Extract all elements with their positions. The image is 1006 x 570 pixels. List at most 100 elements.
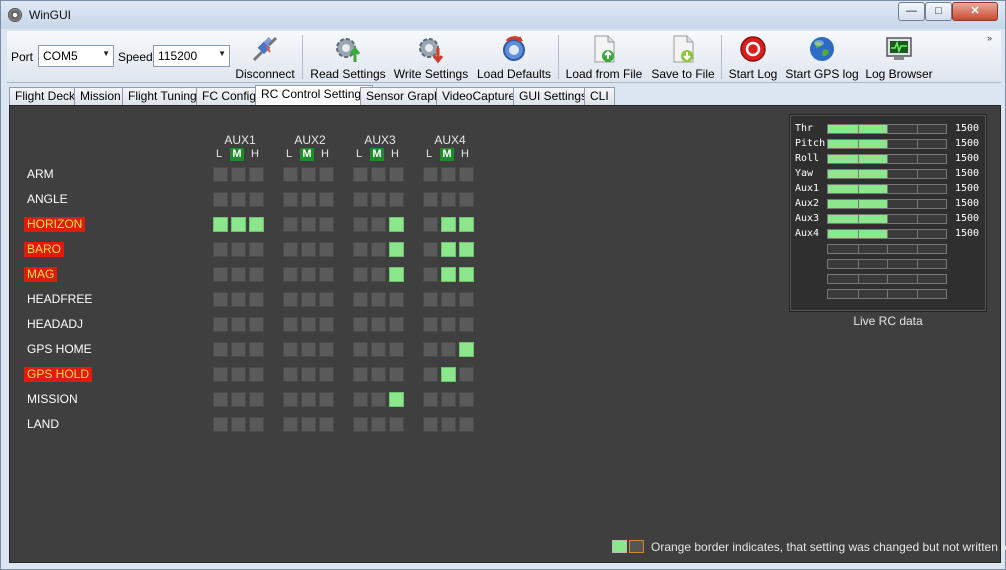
aux-mode-checkbox[interactable] (389, 242, 404, 257)
aux-mode-checkbox[interactable] (441, 392, 456, 407)
close-button[interactable]: ✕ (952, 2, 998, 21)
aux-mode-checkbox[interactable] (353, 292, 368, 307)
aux-mode-checkbox[interactable] (283, 192, 298, 207)
aux-mode-checkbox[interactable] (319, 242, 334, 257)
aux-mode-checkbox[interactable] (459, 167, 474, 182)
aux-mode-checkbox[interactable] (389, 192, 404, 207)
aux-mode-checkbox[interactable] (353, 167, 368, 182)
aux-mode-checkbox[interactable] (423, 242, 438, 257)
aux-mode-checkbox[interactable] (423, 167, 438, 182)
aux-mode-checkbox[interactable] (301, 167, 316, 182)
aux-mode-checkbox[interactable] (249, 167, 264, 182)
aux-mode-checkbox[interactable] (249, 342, 264, 357)
aux-mode-checkbox[interactable] (231, 317, 246, 332)
aux-mode-checkbox[interactable] (389, 367, 404, 382)
speed-select[interactable]: 115200 ▼ (153, 45, 230, 67)
aux-mode-checkbox[interactable] (371, 217, 386, 232)
write-settings-button[interactable]: Write Settings (391, 31, 471, 83)
aux-mode-checkbox[interactable] (283, 167, 298, 182)
aux-mode-checkbox[interactable] (371, 342, 386, 357)
aux-mode-checkbox[interactable] (249, 192, 264, 207)
aux-mode-checkbox[interactable] (249, 217, 264, 232)
aux-mode-checkbox[interactable] (459, 192, 474, 207)
aux-mode-checkbox[interactable] (353, 242, 368, 257)
aux-mode-checkbox[interactable] (441, 317, 456, 332)
aux-mode-checkbox[interactable] (301, 217, 316, 232)
log-browser-button[interactable]: Log Browser (863, 31, 935, 83)
tab-flight-tuning[interactable]: Flight Tuning (122, 87, 203, 105)
aux-mode-checkbox[interactable] (371, 167, 386, 182)
aux-mode-checkbox[interactable] (319, 192, 334, 207)
aux-mode-checkbox[interactable] (283, 267, 298, 282)
aux-mode-checkbox[interactable] (319, 417, 334, 432)
aux-mode-checkbox[interactable] (213, 292, 228, 307)
aux-mode-checkbox[interactable] (319, 267, 334, 282)
aux-mode-checkbox[interactable] (301, 192, 316, 207)
tab-mission[interactable]: Mission (74, 87, 127, 105)
aux-mode-checkbox[interactable] (213, 217, 228, 232)
aux-mode-checkbox[interactable] (353, 192, 368, 207)
aux-mode-checkbox[interactable] (249, 417, 264, 432)
aux-mode-checkbox[interactable] (319, 167, 334, 182)
tab-flight-deck[interactable]: Flight Deck (9, 87, 82, 105)
load-from-file-button[interactable]: Load from File (563, 31, 645, 83)
aux-mode-checkbox[interactable] (319, 367, 334, 382)
aux-mode-checkbox[interactable] (249, 392, 264, 407)
aux-mode-checkbox[interactable] (353, 267, 368, 282)
aux-mode-checkbox[interactable] (423, 292, 438, 307)
aux-mode-checkbox[interactable] (319, 292, 334, 307)
aux-mode-checkbox[interactable] (459, 417, 474, 432)
save-to-file-button[interactable]: Save to File (649, 31, 717, 83)
aux-mode-checkbox[interactable] (319, 392, 334, 407)
aux-mode-checkbox[interactable] (301, 242, 316, 257)
aux-mode-checkbox[interactable] (441, 167, 456, 182)
read-settings-button[interactable]: Read Settings (309, 31, 387, 83)
aux-mode-checkbox[interactable] (231, 392, 246, 407)
aux-mode-checkbox[interactable] (249, 292, 264, 307)
aux-mode-checkbox[interactable] (283, 417, 298, 432)
aux-mode-checkbox[interactable] (459, 217, 474, 232)
aux-mode-checkbox[interactable] (283, 392, 298, 407)
tab-videocapture[interactable]: VideoCapture (436, 87, 522, 105)
aux-mode-checkbox[interactable] (371, 242, 386, 257)
aux-mode-checkbox[interactable] (353, 317, 368, 332)
aux-mode-checkbox[interactable] (213, 392, 228, 407)
aux-mode-checkbox[interactable] (213, 417, 228, 432)
aux-mode-checkbox[interactable] (389, 417, 404, 432)
tab-fc-config[interactable]: FC Config (196, 87, 263, 105)
aux-mode-checkbox[interactable] (231, 367, 246, 382)
title-bar[interactable]: WinGUI — □ ✕ (1, 1, 1005, 29)
aux-mode-checkbox[interactable] (423, 267, 438, 282)
aux-mode-checkbox[interactable] (301, 317, 316, 332)
aux-mode-checkbox[interactable] (213, 167, 228, 182)
aux-mode-checkbox[interactable] (423, 417, 438, 432)
aux-mode-checkbox[interactable] (301, 342, 316, 357)
disconnect-button[interactable]: Disconnect (233, 31, 297, 83)
aux-mode-checkbox[interactable] (423, 367, 438, 382)
aux-mode-checkbox[interactable] (441, 217, 456, 232)
aux-mode-checkbox[interactable] (319, 317, 334, 332)
aux-mode-checkbox[interactable] (283, 292, 298, 307)
aux-mode-checkbox[interactable] (213, 242, 228, 257)
aux-mode-checkbox[interactable] (459, 242, 474, 257)
aux-mode-checkbox[interactable] (459, 292, 474, 307)
aux-mode-checkbox[interactable] (423, 392, 438, 407)
aux-mode-checkbox[interactable] (389, 267, 404, 282)
aux-mode-checkbox[interactable] (371, 192, 386, 207)
aux-mode-checkbox[interactable] (301, 417, 316, 432)
aux-mode-checkbox[interactable] (459, 317, 474, 332)
aux-mode-checkbox[interactable] (319, 217, 334, 232)
aux-mode-checkbox[interactable] (389, 317, 404, 332)
aux-mode-checkbox[interactable] (441, 342, 456, 357)
aux-mode-checkbox[interactable] (389, 217, 404, 232)
aux-mode-checkbox[interactable] (423, 217, 438, 232)
aux-mode-checkbox[interactable] (249, 242, 264, 257)
aux-mode-checkbox[interactable] (371, 392, 386, 407)
load-defaults-button[interactable]: Load Defaults (475, 31, 553, 83)
aux-mode-checkbox[interactable] (231, 192, 246, 207)
aux-mode-checkbox[interactable] (301, 267, 316, 282)
aux-mode-checkbox[interactable] (231, 217, 246, 232)
aux-mode-checkbox[interactable] (231, 292, 246, 307)
tab-sensor-graph[interactable]: Sensor Graph (360, 87, 447, 105)
aux-mode-checkbox[interactable] (353, 217, 368, 232)
